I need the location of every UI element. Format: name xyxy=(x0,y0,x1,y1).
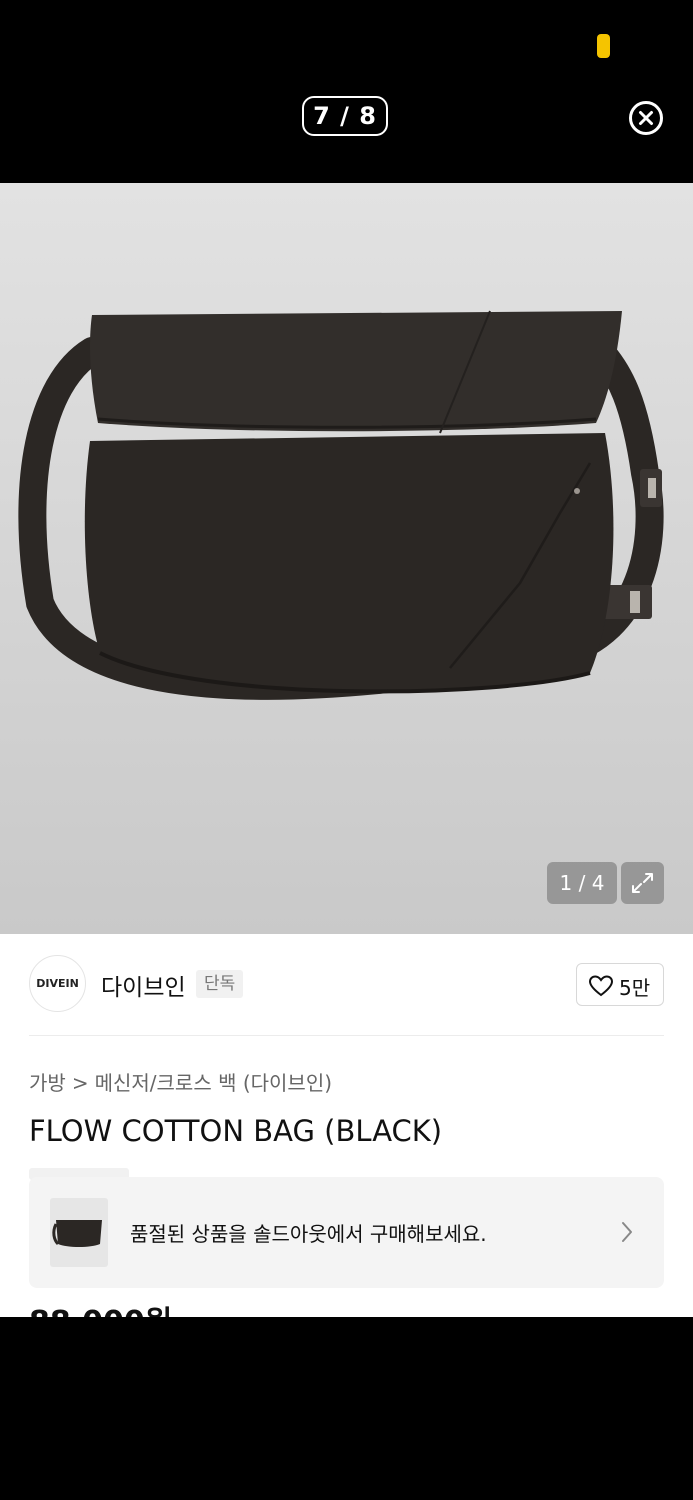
product-info: DIVEIN 다이브인 단독 5만 가방 > 메신저/크로스 백 (다이브인) FL… xyxy=(0,934,693,1317)
status-indicator-icon xyxy=(597,34,610,58)
product-image[interactable]: 1 / 4 xyxy=(0,183,693,934)
breadcrumb-category[interactable]: 가방 xyxy=(29,1071,66,1095)
product-price: 88,000원 xyxy=(29,1297,172,1317)
viewer-top-bar: 7 / 8 xyxy=(0,0,693,183)
close-button[interactable] xyxy=(628,100,664,136)
breadcrumb-separator: > xyxy=(71,1071,89,1095)
brand-logo[interactable]: DIVEIN xyxy=(29,955,86,1012)
chevron-right-icon xyxy=(622,1222,632,1242)
soldout-text: 품절된 상품을 솔드아웃에서 구매해보세요. xyxy=(130,1222,487,1246)
like-button[interactable]: 5만 xyxy=(576,963,664,1006)
breadcrumb: 가방 > 메신저/크로스 백 (다이브인) xyxy=(29,1067,332,1096)
bag-photo xyxy=(18,310,664,700)
like-count: 5만 xyxy=(619,976,651,1000)
exclusive-badge: 단독 xyxy=(196,970,244,998)
product-title: FLOW COTTON BAG (BLACK) xyxy=(29,1114,443,1148)
brand-name[interactable]: 다이브인 xyxy=(101,968,186,1002)
viewer-counter: 7 / 8 xyxy=(302,96,388,136)
image-counter: 1 / 4 xyxy=(547,862,617,904)
expand-icon xyxy=(632,873,653,893)
soldout-thumbnail xyxy=(50,1198,108,1267)
divider xyxy=(29,1035,664,1036)
breadcrumb-subcategory[interactable]: 메신저/크로스 백 (다이브인) xyxy=(95,1071,332,1095)
soldout-banner[interactable]: 품절된 상품을 솔드아웃에서 구매해보세요. xyxy=(29,1177,664,1288)
bag-thumbnail-icon xyxy=(52,1220,102,1247)
heart-icon xyxy=(589,975,613,997)
close-icon xyxy=(629,101,663,135)
expand-button[interactable] xyxy=(621,862,664,904)
